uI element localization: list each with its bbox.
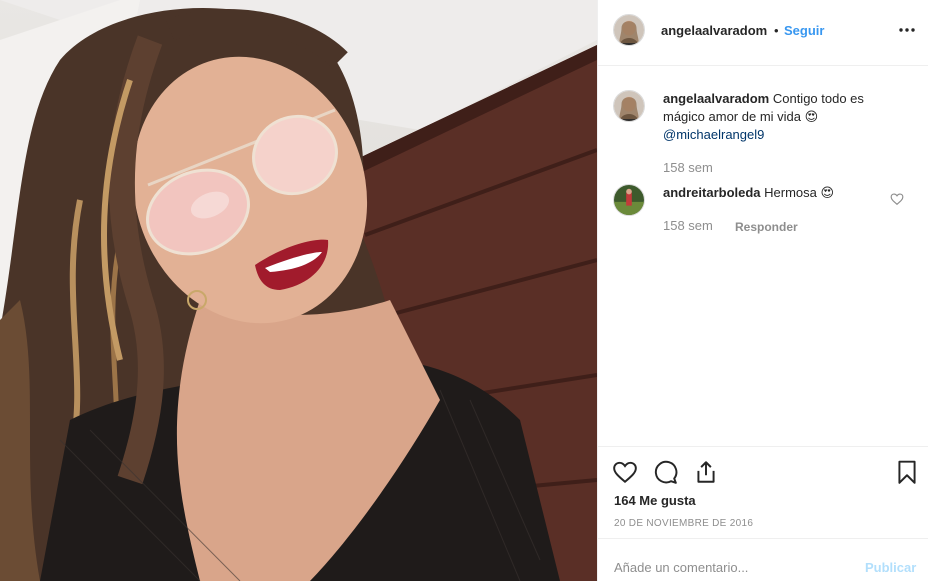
comment-icon[interactable] (652, 459, 678, 485)
add-comment-bar: Añade un comentario... Publicar (598, 538, 928, 581)
commenter-username[interactable]: andreitarboleda (663, 185, 761, 200)
author-avatar[interactable] (613, 14, 645, 46)
post-photo[interactable] (0, 0, 597, 581)
author-username[interactable]: angelaalvaradom (661, 23, 767, 38)
comment-text: andreitarboleda Hermosa 😍 (663, 184, 903, 202)
post-side-panel: angelaalvaradom • Seguir angelaalvaradom… (597, 0, 928, 581)
publish-button[interactable]: Publicar (865, 560, 916, 575)
caption-avatar[interactable] (613, 90, 645, 122)
reply-button[interactable]: Responder (735, 220, 798, 234)
post-date[interactable]: 20 DE NOVIEMBRE DE 2016 (614, 518, 753, 529)
share-icon[interactable] (693, 459, 719, 485)
comment-like-icon[interactable] (890, 192, 904, 206)
heart-icon[interactable] (612, 459, 638, 485)
comment-input[interactable]: Añade un comentario... (614, 560, 748, 575)
more-options-icon[interactable] (898, 21, 916, 39)
likes-count[interactable]: 164 Me gusta (614, 493, 696, 508)
caption-mention[interactable]: @michaelrangel9 (663, 127, 764, 142)
header-separator: • (774, 23, 779, 38)
follow-button[interactable]: Seguir (784, 23, 824, 38)
post-actions: 164 Me gusta 20 DE NOVIEMBRE DE 2016 (598, 446, 928, 538)
post-header: angelaalvaradom • Seguir (598, 0, 928, 66)
photo-illustration (0, 0, 597, 581)
caption-username[interactable]: angelaalvaradom (663, 91, 769, 106)
commenter-avatar[interactable] (613, 184, 645, 216)
caption-text: angelaalvaradom Contigo todo es mágico a… (663, 90, 903, 144)
comment-time[interactable]: 158 sem (663, 218, 713, 233)
bookmark-icon[interactable] (894, 459, 920, 485)
comment-body: Hermosa 😍 (764, 185, 835, 200)
caption-time[interactable]: 158 sem (663, 160, 713, 175)
